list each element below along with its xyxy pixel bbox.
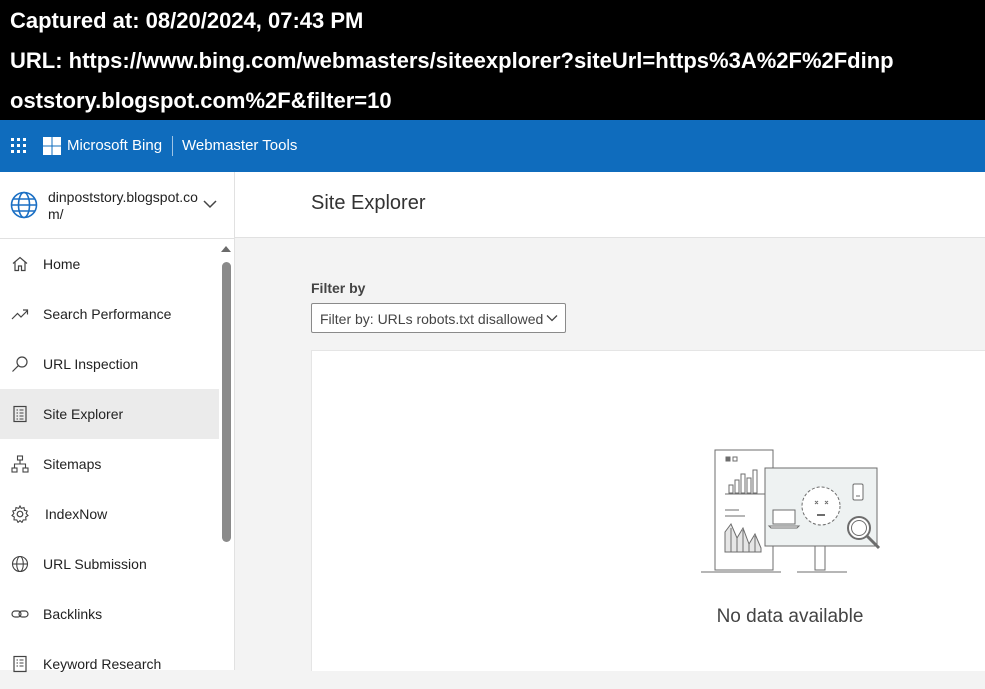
sidebar-item-search-performance[interactable]: Search Performance bbox=[0, 289, 219, 339]
empty-state-message: No data available bbox=[716, 606, 864, 627]
sidebar-item-home[interactable]: Home bbox=[0, 239, 219, 289]
sidebar-item-label: Backlinks bbox=[43, 606, 103, 622]
sidebar-item-label: Home bbox=[43, 256, 81, 272]
brand-divider bbox=[172, 136, 173, 156]
sidebar-item-keyword-research[interactable]: Keyword Research bbox=[0, 639, 219, 689]
home-icon bbox=[12, 256, 28, 272]
search-icon bbox=[12, 356, 28, 372]
scroll-up-arrow-icon[interactable] bbox=[221, 246, 231, 252]
no-data-illustration-icon bbox=[701, 449, 881, 573]
gear-icon bbox=[11, 505, 29, 523]
chevron-down-icon bbox=[546, 315, 558, 322]
sidebar-item-label: IndexNow bbox=[45, 506, 108, 522]
document-icon bbox=[13, 655, 27, 673]
sitemap-icon bbox=[11, 455, 29, 473]
product-name[interactable]: Webmaster Tools bbox=[182, 137, 297, 154]
sidebar-item-indexnow[interactable]: IndexNow bbox=[0, 489, 219, 539]
sidebar-item-label: Site Explorer bbox=[43, 406, 124, 422]
app-launcher-icon[interactable] bbox=[11, 138, 27, 154]
globe-icon bbox=[11, 555, 29, 573]
site-url: dinpoststory.blogspot.com/ bbox=[48, 189, 198, 222]
document-icon bbox=[13, 405, 27, 423]
sidebar-item-url-submission[interactable]: URL Submission bbox=[0, 539, 219, 589]
sidebar-item-sitemaps[interactable]: Sitemaps bbox=[0, 439, 219, 489]
filter-dropdown[interactable]: Filter by: URLs robots.txt disallowed bbox=[311, 303, 566, 333]
sidebar-item-url-inspection[interactable]: URL Inspection bbox=[0, 339, 219, 389]
url-text-line-1: URL: https://www.bing.com/webmasters/sit… bbox=[10, 48, 894, 73]
brand-name[interactable]: Microsoft Bing bbox=[67, 137, 162, 154]
sidebar-scrollbar-thumb[interactable] bbox=[222, 262, 231, 542]
sidebar: dinpoststory.blogspot.com/ Home Search P… bbox=[0, 172, 235, 673]
url-text-line-2: oststory.blogspot.com%2F&filter=10 bbox=[10, 88, 392, 113]
sidebar-item-label: URL Submission bbox=[43, 556, 147, 572]
top-bar: Microsoft Bing Webmaster Tools bbox=[0, 120, 985, 172]
link-icon bbox=[11, 610, 29, 618]
sidebar-item-backlinks[interactable]: Backlinks bbox=[0, 589, 219, 639]
sidebar-item-label: URL Inspection bbox=[43, 356, 139, 372]
microsoft-logo-icon bbox=[43, 137, 61, 155]
page-title: Site Explorer bbox=[311, 192, 426, 214]
globe-icon bbox=[10, 191, 38, 219]
sidebar-item-label: Sitemaps bbox=[43, 456, 102, 472]
filter-selected-value: Filter by: URLs robots.txt disallowed bbox=[320, 311, 544, 327]
site-selector[interactable]: dinpoststory.blogspot.com/ bbox=[0, 172, 234, 239]
captured-at-text: Captured at: 08/20/2024, 07:43 PM bbox=[10, 8, 364, 33]
sidebar-item-site-explorer[interactable]: Site Explorer bbox=[0, 389, 219, 439]
capture-banner: Captured at: 08/20/2024, 07:43 PM URL: h… bbox=[0, 0, 985, 120]
page-header: Site Explorer bbox=[235, 172, 985, 238]
chevron-down-icon[interactable] bbox=[203, 199, 217, 209]
trend-icon bbox=[11, 309, 29, 320]
filter-label: Filter by bbox=[311, 280, 366, 296]
sidebar-item-label: Search Performance bbox=[43, 306, 172, 322]
